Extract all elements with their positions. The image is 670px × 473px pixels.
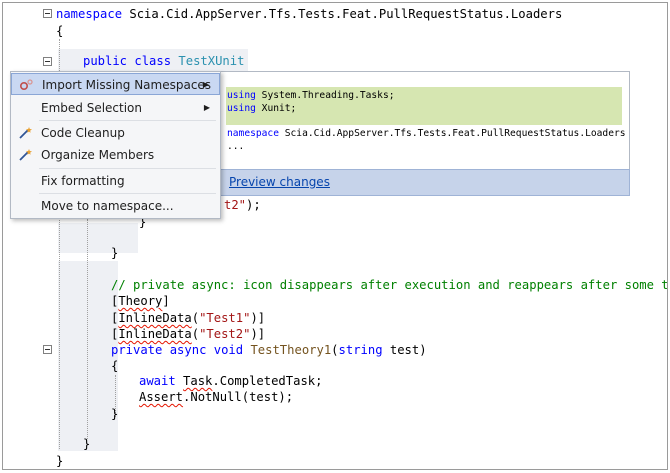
magic-wand-icon [17, 126, 33, 140]
menu-separator [39, 168, 216, 169]
submenu-arrow-icon: ▶ [202, 80, 209, 89]
menu-item-move-to-namespace[interactable]: Move to namespace... [11, 195, 220, 217]
code-line: { [56, 22, 63, 40]
namespace: Scia.Cid.AppServer.Tfs.Tests.Feat.PullRe… [278, 128, 626, 139]
preview-line: using Xunit; [227, 102, 296, 115]
keyword: using [227, 103, 256, 114]
brace: { [56, 24, 64, 38]
menu-item-label: Fix formatting [41, 174, 125, 188]
string-literal: "Test1" [199, 311, 251, 325]
menu-separator [39, 193, 216, 194]
brace: } [111, 407, 119, 421]
type-assert: Assert [139, 390, 184, 404]
string-fragment: t2" [224, 198, 247, 212]
submenu-arrow-icon: ▶ [203, 103, 210, 112]
gear-icon [18, 78, 34, 92]
preview-line: using System.Threading.Tasks; [227, 89, 395, 102]
namespace: Xunit; [255, 103, 297, 114]
indent-guide [87, 219, 88, 439]
code-line: [Theory] [111, 292, 170, 310]
attribute-inlinedata: InlineData [118, 327, 192, 341]
param: test) [382, 343, 427, 357]
code-line: } [56, 452, 64, 469]
code-line: { [111, 357, 118, 375]
method-name: TestTheory1 [250, 343, 332, 357]
collapse-toggle-method[interactable] [43, 345, 52, 354]
keyword: namespace [227, 128, 279, 139]
menu-item-label: Embed Selection [41, 101, 143, 115]
menu-item-code-cleanup[interactable]: Code Cleanup [11, 122, 220, 144]
keyword: public [83, 54, 128, 68]
keyword: namespace [56, 7, 123, 21]
code-line: t2"); [224, 198, 261, 212]
code-line: } [111, 405, 118, 423]
keyword: using [227, 90, 256, 101]
code-line: public class TestXUnit [83, 52, 244, 70]
keyword: private [111, 343, 163, 357]
menu-item-import-missing-namespaces[interactable]: Import Missing Namespaces ▶ [11, 73, 220, 95]
namespace: System.Threading.Tasks; [255, 90, 395, 101]
code-line: } [83, 435, 90, 453]
code-line: // private async: icon disappears after … [111, 276, 668, 294]
paren: )] [250, 311, 266, 325]
namespace-name: Scia.Cid.AppServer.Tfs.Tests.Feat.PullRe… [122, 7, 563, 21]
type-task: Task [183, 374, 213, 388]
keyword: void [213, 343, 244, 357]
bracket: ] [162, 294, 170, 308]
keyword: string [338, 343, 383, 357]
paren: ( [191, 327, 200, 341]
menu-item-label: Organize Members [41, 148, 155, 162]
paren: )] [250, 327, 266, 341]
code-line: } [111, 244, 118, 262]
member-access: .NotNull(test); [183, 390, 294, 404]
attribute-inlinedata: InlineData [118, 311, 192, 325]
class-name: TestXUnit [178, 54, 245, 68]
preview-line: ... [227, 140, 244, 153]
preview-link-bar: Preview changes [219, 169, 630, 196]
keyword: await [139, 374, 176, 388]
keyword: class [134, 54, 172, 68]
brace: } [111, 246, 119, 260]
menu-item-organize-members[interactable]: Organize Members [11, 144, 220, 166]
preview-line: namespace Scia.Cid.AppServer.Tfs.Tests.F… [227, 127, 626, 140]
member-access: .CompletedTask; [212, 374, 323, 388]
collapse-toggle-class[interactable] [43, 57, 52, 66]
menu-separator [39, 120, 216, 121]
code-line: namespace Scia.Cid.AppServer.Tfs.Tests.F… [56, 5, 562, 23]
code-shade [58, 261, 118, 451]
code-line: private async void TestTheory1(string te… [111, 341, 427, 359]
attribute-theory: Theory [118, 294, 163, 308]
paren: ( [331, 343, 339, 357]
code-shade [58, 223, 138, 253]
paren: ( [191, 311, 200, 325]
menu-item-label: Move to namespace... [41, 199, 174, 213]
collapse-toggle-namespace[interactable] [43, 9, 52, 18]
menu-item-label: Import Missing Namespaces [42, 78, 212, 92]
brace: { [111, 359, 119, 373]
refactor-context-menu: Import Missing Namespaces ▶ Embed Select… [10, 71, 221, 219]
keyword: async [169, 343, 207, 357]
code-line: Assert.NotNull(test); [139, 388, 293, 406]
preview-popup: using System.Threading.Tasks; using Xuni… [219, 71, 630, 173]
brace: } [56, 454, 64, 468]
menu-item-label: Code Cleanup [41, 126, 125, 140]
menu-item-embed-selection[interactable]: Embed Selection ▶ [11, 97, 220, 119]
comment: // private async: icon disappears after … [111, 278, 668, 292]
magic-wand-icon [17, 148, 33, 162]
menu-item-fix-formatting[interactable]: Fix formatting [11, 170, 220, 192]
brace: } [83, 437, 91, 451]
string-literal: "Test2" [199, 327, 251, 341]
preview-changes-link[interactable]: Preview changes [229, 170, 330, 195]
ellipsis: ... [227, 141, 245, 152]
